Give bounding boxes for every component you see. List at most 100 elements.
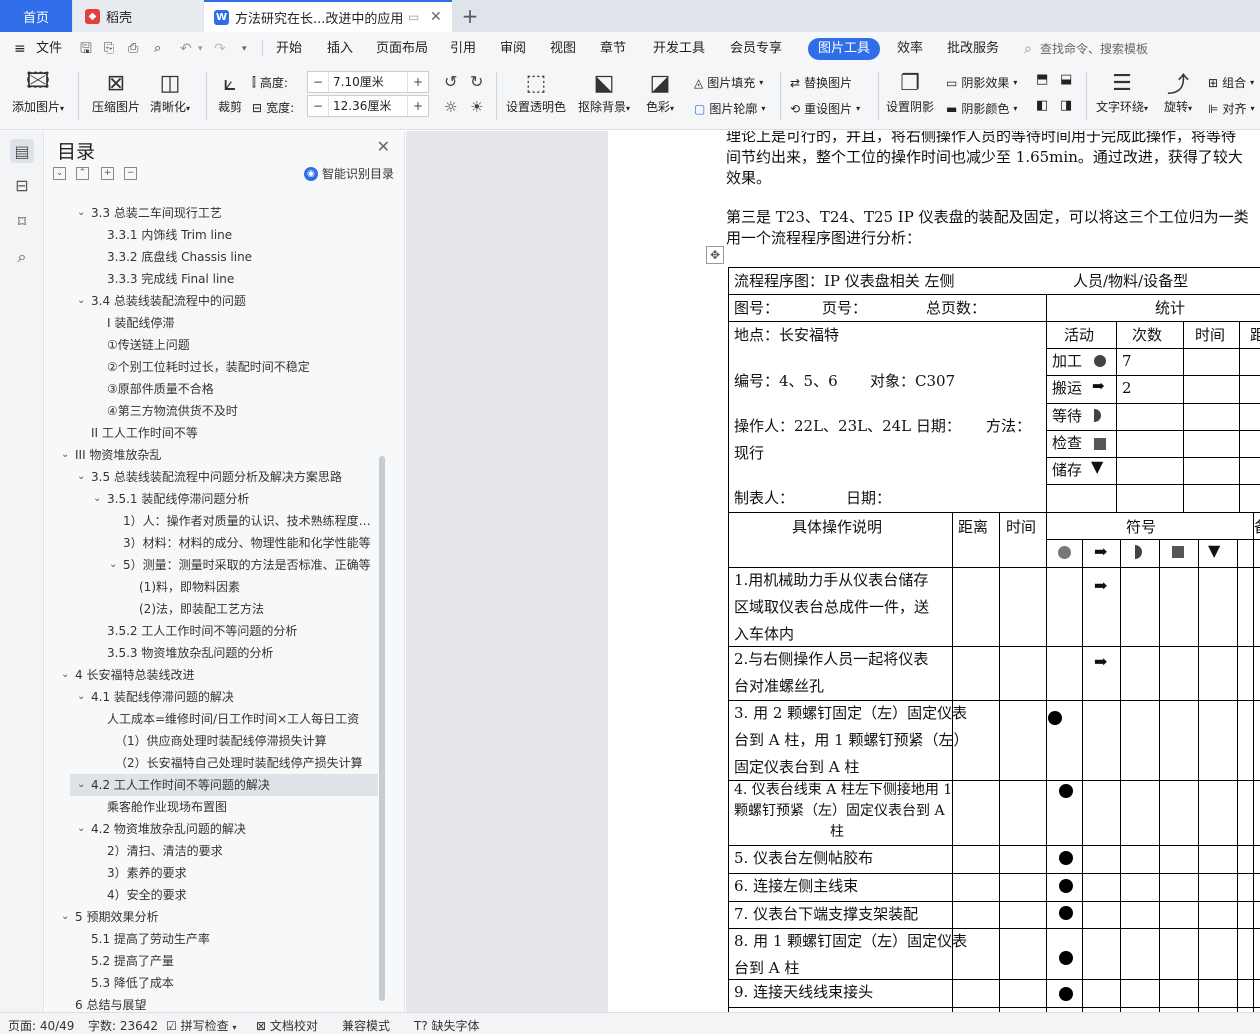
toc-item[interactable]: 3）素养的要求 bbox=[107, 862, 187, 884]
toc-item[interactable]: (2)法，即装配工艺方法 bbox=[139, 598, 264, 620]
compress-image-button[interactable]: ⊠ 压缩图片 bbox=[92, 68, 140, 115]
height-input[interactable]: 7.10厘米 bbox=[328, 72, 408, 92]
add-image-button[interactable]: 🖾 添加图片▾ bbox=[12, 68, 64, 115]
height-increase-button[interactable]: + bbox=[408, 75, 428, 89]
undo-icon[interactable]: ↶ bbox=[180, 39, 192, 59]
page-indicator[interactable]: 页面: 40/49 bbox=[8, 1017, 74, 1034]
command-search[interactable]: 查找命令、搜索模板 bbox=[1040, 39, 1148, 59]
toc-item[interactable]: 3.4 总装线装配流程中的问题 bbox=[91, 290, 246, 312]
chevron-down-icon[interactable]: ⌄ bbox=[93, 488, 101, 510]
chevron-down-icon[interactable]: ⌄ bbox=[77, 202, 85, 224]
toc-item[interactable]: 5.1 提高了劳动生产率 bbox=[91, 928, 210, 950]
chevron-down-icon[interactable]: ⌄ bbox=[77, 818, 85, 840]
menu-picture-tools[interactable]: 图片工具 bbox=[808, 38, 881, 60]
contrast-icon[interactable]: ☀ bbox=[470, 98, 483, 116]
toc-item[interactable]: 3.3 总装二车间现行工艺 bbox=[91, 202, 222, 224]
set-shadow-button[interactable]: ❐ 设置阴影 bbox=[886, 68, 934, 115]
collapse-all-icon[interactable]: ⌄ bbox=[53, 167, 66, 180]
word-count[interactable]: 字数: 23642 bbox=[88, 1017, 158, 1034]
toc-item[interactable]: 4）安全的要求 bbox=[107, 884, 187, 906]
smart-toc-button[interactable]: ◉ 智能识别目录 bbox=[303, 165, 394, 182]
toc-item[interactable]: （2）长安福特自己处理时装配线停产损失计算 bbox=[115, 752, 363, 774]
toc-item[interactable]: 2）清扫、清洁的要求 bbox=[107, 840, 223, 862]
tab-daoke[interactable]: ◆ 稻壳 bbox=[73, 0, 203, 32]
doc-proof-button[interactable]: ⊠ 文档校对 bbox=[256, 1017, 318, 1034]
toc-item[interactable]: 3.5 总装线装配流程中问题分析及解决方案思路 bbox=[91, 466, 342, 488]
toc-item[interactable]: 4 长安福特总装线改进 bbox=[75, 664, 194, 686]
menu-reference[interactable]: 引用 bbox=[450, 39, 476, 59]
height-decrease-button[interactable]: − bbox=[308, 75, 328, 89]
search-icon[interactable]: ⌕ bbox=[10, 245, 34, 269]
chevron-down-icon[interactable]: ⌄ bbox=[61, 664, 69, 686]
search-icon[interactable]: ⌕ bbox=[1024, 39, 1032, 59]
image-fill-button[interactable]: ◬ 图片填充 ▾ bbox=[694, 74, 763, 91]
toc-item[interactable]: 4.2 工人工作时间不等问题的解决 bbox=[91, 774, 270, 796]
brightness-icon[interactable]: ☼ bbox=[444, 98, 457, 116]
rotate-right-icon[interactable]: ↻ bbox=[470, 72, 483, 91]
width-decrease-button[interactable]: − bbox=[308, 99, 328, 113]
tab-home[interactable]: 首页 bbox=[0, 0, 72, 32]
menu-insert[interactable]: 插入 bbox=[327, 39, 353, 59]
navigation-icon[interactable]: ⊟ bbox=[10, 173, 34, 197]
shadow-right-icon[interactable]: ◨ bbox=[1060, 98, 1072, 113]
rotate-button[interactable]: ⤴ 旋转▾ bbox=[1164, 68, 1192, 115]
add-heading-icon[interactable]: + bbox=[101, 167, 114, 180]
toc-item[interactable]: (1)料，即物料因素 bbox=[139, 576, 240, 598]
text-wrap-button[interactable]: ☰ 文字环绕▾ bbox=[1096, 68, 1148, 115]
chevron-down-icon[interactable]: ⌄ bbox=[109, 554, 117, 576]
set-transparent-button[interactable]: ⬚ 设置透明色 bbox=[506, 68, 566, 115]
expand-up-icon[interactable]: ⌃ bbox=[76, 167, 89, 180]
toc-item[interactable]: 乘客舱作业现场布置图 bbox=[107, 796, 227, 818]
toc-item[interactable]: I 装配线停滞 bbox=[107, 312, 174, 334]
menu-view[interactable]: 视图 bbox=[550, 39, 576, 59]
bookmark-icon[interactable]: ⌑ bbox=[10, 209, 34, 233]
chevron-down-icon[interactable]: ⌄ bbox=[61, 906, 69, 928]
shadow-color-button[interactable]: ▬ 阴影颜色 ▾ bbox=[946, 100, 1017, 117]
missing-font-button[interactable]: T? 缺失字体 bbox=[414, 1017, 480, 1034]
remove-heading-icon[interactable]: − bbox=[124, 167, 137, 180]
reset-image-button[interactable]: ⟲ 重设图片 ▾ bbox=[790, 100, 860, 117]
align-button[interactable]: ⊫ 对齐 ▾ bbox=[1208, 100, 1254, 117]
chevron-down-icon[interactable]: ⌄ bbox=[77, 774, 85, 796]
toc-item[interactable]: 3.5.3 物资堆放杂乱问题的分析 bbox=[107, 642, 273, 664]
toc-item[interactable]: ②个别工位耗时过长，装配时间不稳定 bbox=[107, 356, 310, 378]
chevron-down-icon[interactable]: ⌄ bbox=[61, 444, 69, 466]
shadow-up-icon[interactable]: ⬒ bbox=[1036, 72, 1048, 87]
toc-item[interactable]: 人工成本=维修时间/日工作时间×工人每日工资 bbox=[107, 708, 359, 730]
menu-review-service[interactable]: 批改服务 bbox=[947, 39, 999, 59]
shadow-effect-button[interactable]: ▭ 阴影效果 ▾ bbox=[946, 74, 1017, 91]
toc-item[interactable]: 4.1 装配线停滞问题的解决 bbox=[91, 686, 234, 708]
sharpen-button[interactable]: ◫ 清晰化▾ bbox=[150, 68, 190, 115]
menu-review[interactable]: 审阅 bbox=[500, 39, 526, 59]
menu-start[interactable]: 开始 bbox=[276, 39, 302, 59]
toc-panel-icon[interactable]: ▤ bbox=[10, 139, 34, 163]
toc-item[interactable]: （1）供应商处理时装配线停滞损失计算 bbox=[115, 730, 327, 752]
group-button[interactable]: ⊞ 组合 ▾ bbox=[1208, 74, 1254, 91]
menu-developer[interactable]: 开发工具 bbox=[653, 39, 705, 59]
chevron-down-icon[interactable]: ⌄ bbox=[77, 686, 85, 708]
chevron-down-icon[interactable]: ⌄ bbox=[77, 466, 85, 488]
toc-item[interactable]: 1）人：操作者对质量的认识、技术熟练程度、身体状况等 bbox=[123, 510, 375, 532]
tab-document[interactable]: W 方法研究在长...改进中的应用 ▭ ✕ bbox=[204, 0, 452, 32]
toc-item[interactable]: III 物资堆放杂乱 bbox=[75, 444, 161, 466]
tab-restore-icon[interactable]: ▭ bbox=[408, 10, 419, 24]
image-outline-button[interactable]: ▢ 图片轮廓 ▾ bbox=[694, 100, 765, 117]
width-increase-button[interactable]: + bbox=[408, 99, 428, 113]
toc-item[interactable]: 5）测量：测量时采取的方法是否标准、正确等 bbox=[123, 554, 371, 576]
menu-efficiency[interactable]: 效率 bbox=[897, 39, 923, 59]
save-icon[interactable]: 🖫 bbox=[80, 39, 92, 59]
redo-icon[interactable]: ↷ bbox=[214, 39, 226, 59]
preview-icon[interactable]: ⌕ bbox=[154, 39, 161, 59]
color-button[interactable]: ◪ 色彩▾ bbox=[646, 68, 674, 115]
shadow-down-icon[interactable]: ⬓ bbox=[1060, 72, 1072, 87]
crop-button[interactable]: ⟀ 裁剪 bbox=[216, 68, 244, 115]
toc-item[interactable]: 5.3 降低了成本 bbox=[91, 972, 174, 994]
print-icon[interactable]: ⎙ bbox=[128, 39, 138, 59]
height-stepper[interactable]: − 7.10厘米 + bbox=[307, 71, 429, 93]
toc-item[interactable]: 3.3.3 完成线 Final line bbox=[107, 268, 234, 290]
toc-item[interactable]: 3）材料：材料的成分、物理性能和化学性能等 bbox=[123, 532, 371, 554]
undo-dropdown-icon[interactable]: ▾ bbox=[198, 39, 203, 59]
width-input[interactable]: 12.36厘米 bbox=[328, 96, 408, 116]
spell-check-button[interactable]: ☑ 拼写检查 ▾ bbox=[166, 1017, 236, 1034]
rotate-left-icon[interactable]: ↺ bbox=[444, 72, 457, 91]
